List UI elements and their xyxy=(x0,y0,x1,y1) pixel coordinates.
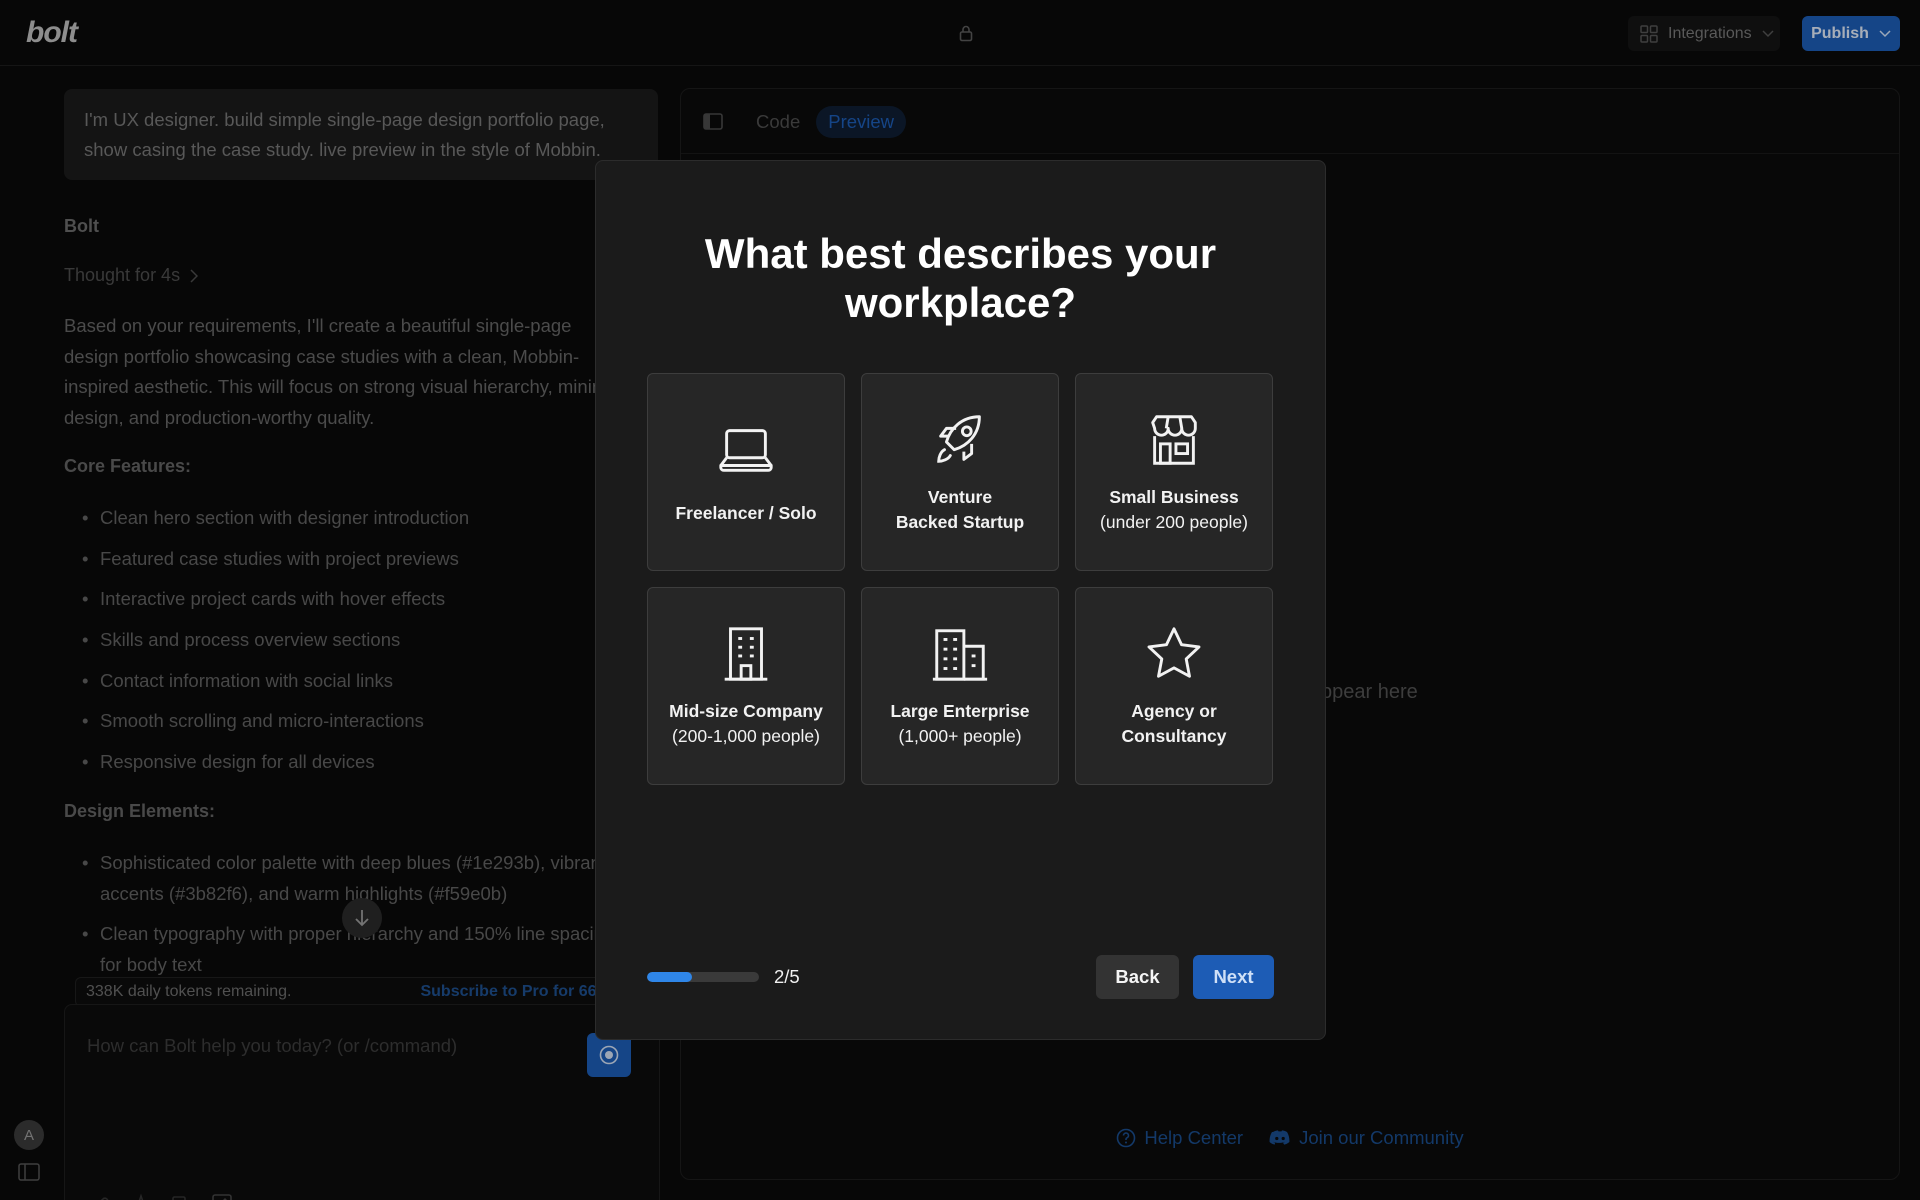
option-title: Small Business xyxy=(1109,487,1239,507)
progress-fill xyxy=(647,972,692,982)
modal-title: What best describes your workplace? xyxy=(704,230,1217,326)
back-button[interactable]: Back xyxy=(1096,955,1179,999)
option-mid-size[interactable]: Mid-size Company (200-1,000 people) xyxy=(647,587,845,785)
rocket-icon xyxy=(937,415,981,463)
star-icon xyxy=(1147,627,1201,678)
options-grid: Freelancer / Solo Venture Backed Startup… xyxy=(647,373,1276,785)
option-title: Mid-size Company xyxy=(669,701,823,721)
option-agency[interactable]: Agency or Consultancy xyxy=(1075,587,1273,785)
building-icon xyxy=(724,627,768,681)
option-title: Agency or Consultancy xyxy=(1121,701,1227,746)
progress-bar xyxy=(647,972,759,982)
buildings-icon xyxy=(932,629,988,681)
workplace-modal: What best describes your workplace? Free… xyxy=(595,160,1326,1040)
option-freelancer[interactable]: Freelancer / Solo xyxy=(647,373,845,571)
option-subtitle: (1,000+ people) xyxy=(898,726,1022,746)
next-button[interactable]: Next xyxy=(1193,955,1274,999)
option-enterprise[interactable]: Large Enterprise (1,000+ people) xyxy=(861,587,1059,785)
option-title: Venture Backed Startup xyxy=(895,487,1025,532)
step-indicator: 2/5 xyxy=(774,966,800,987)
option-subtitle: (under 200 people) xyxy=(1100,512,1248,532)
store-icon xyxy=(1151,415,1197,465)
option-startup[interactable]: Venture Backed Startup xyxy=(861,373,1059,571)
laptop-icon xyxy=(719,428,773,472)
option-title: Freelancer / Solo xyxy=(675,502,817,523)
option-small-business[interactable]: Small Business (under 200 people) xyxy=(1075,373,1273,571)
option-title: Large Enterprise xyxy=(890,701,1030,721)
option-subtitle: (200-1,000 people) xyxy=(672,726,820,746)
